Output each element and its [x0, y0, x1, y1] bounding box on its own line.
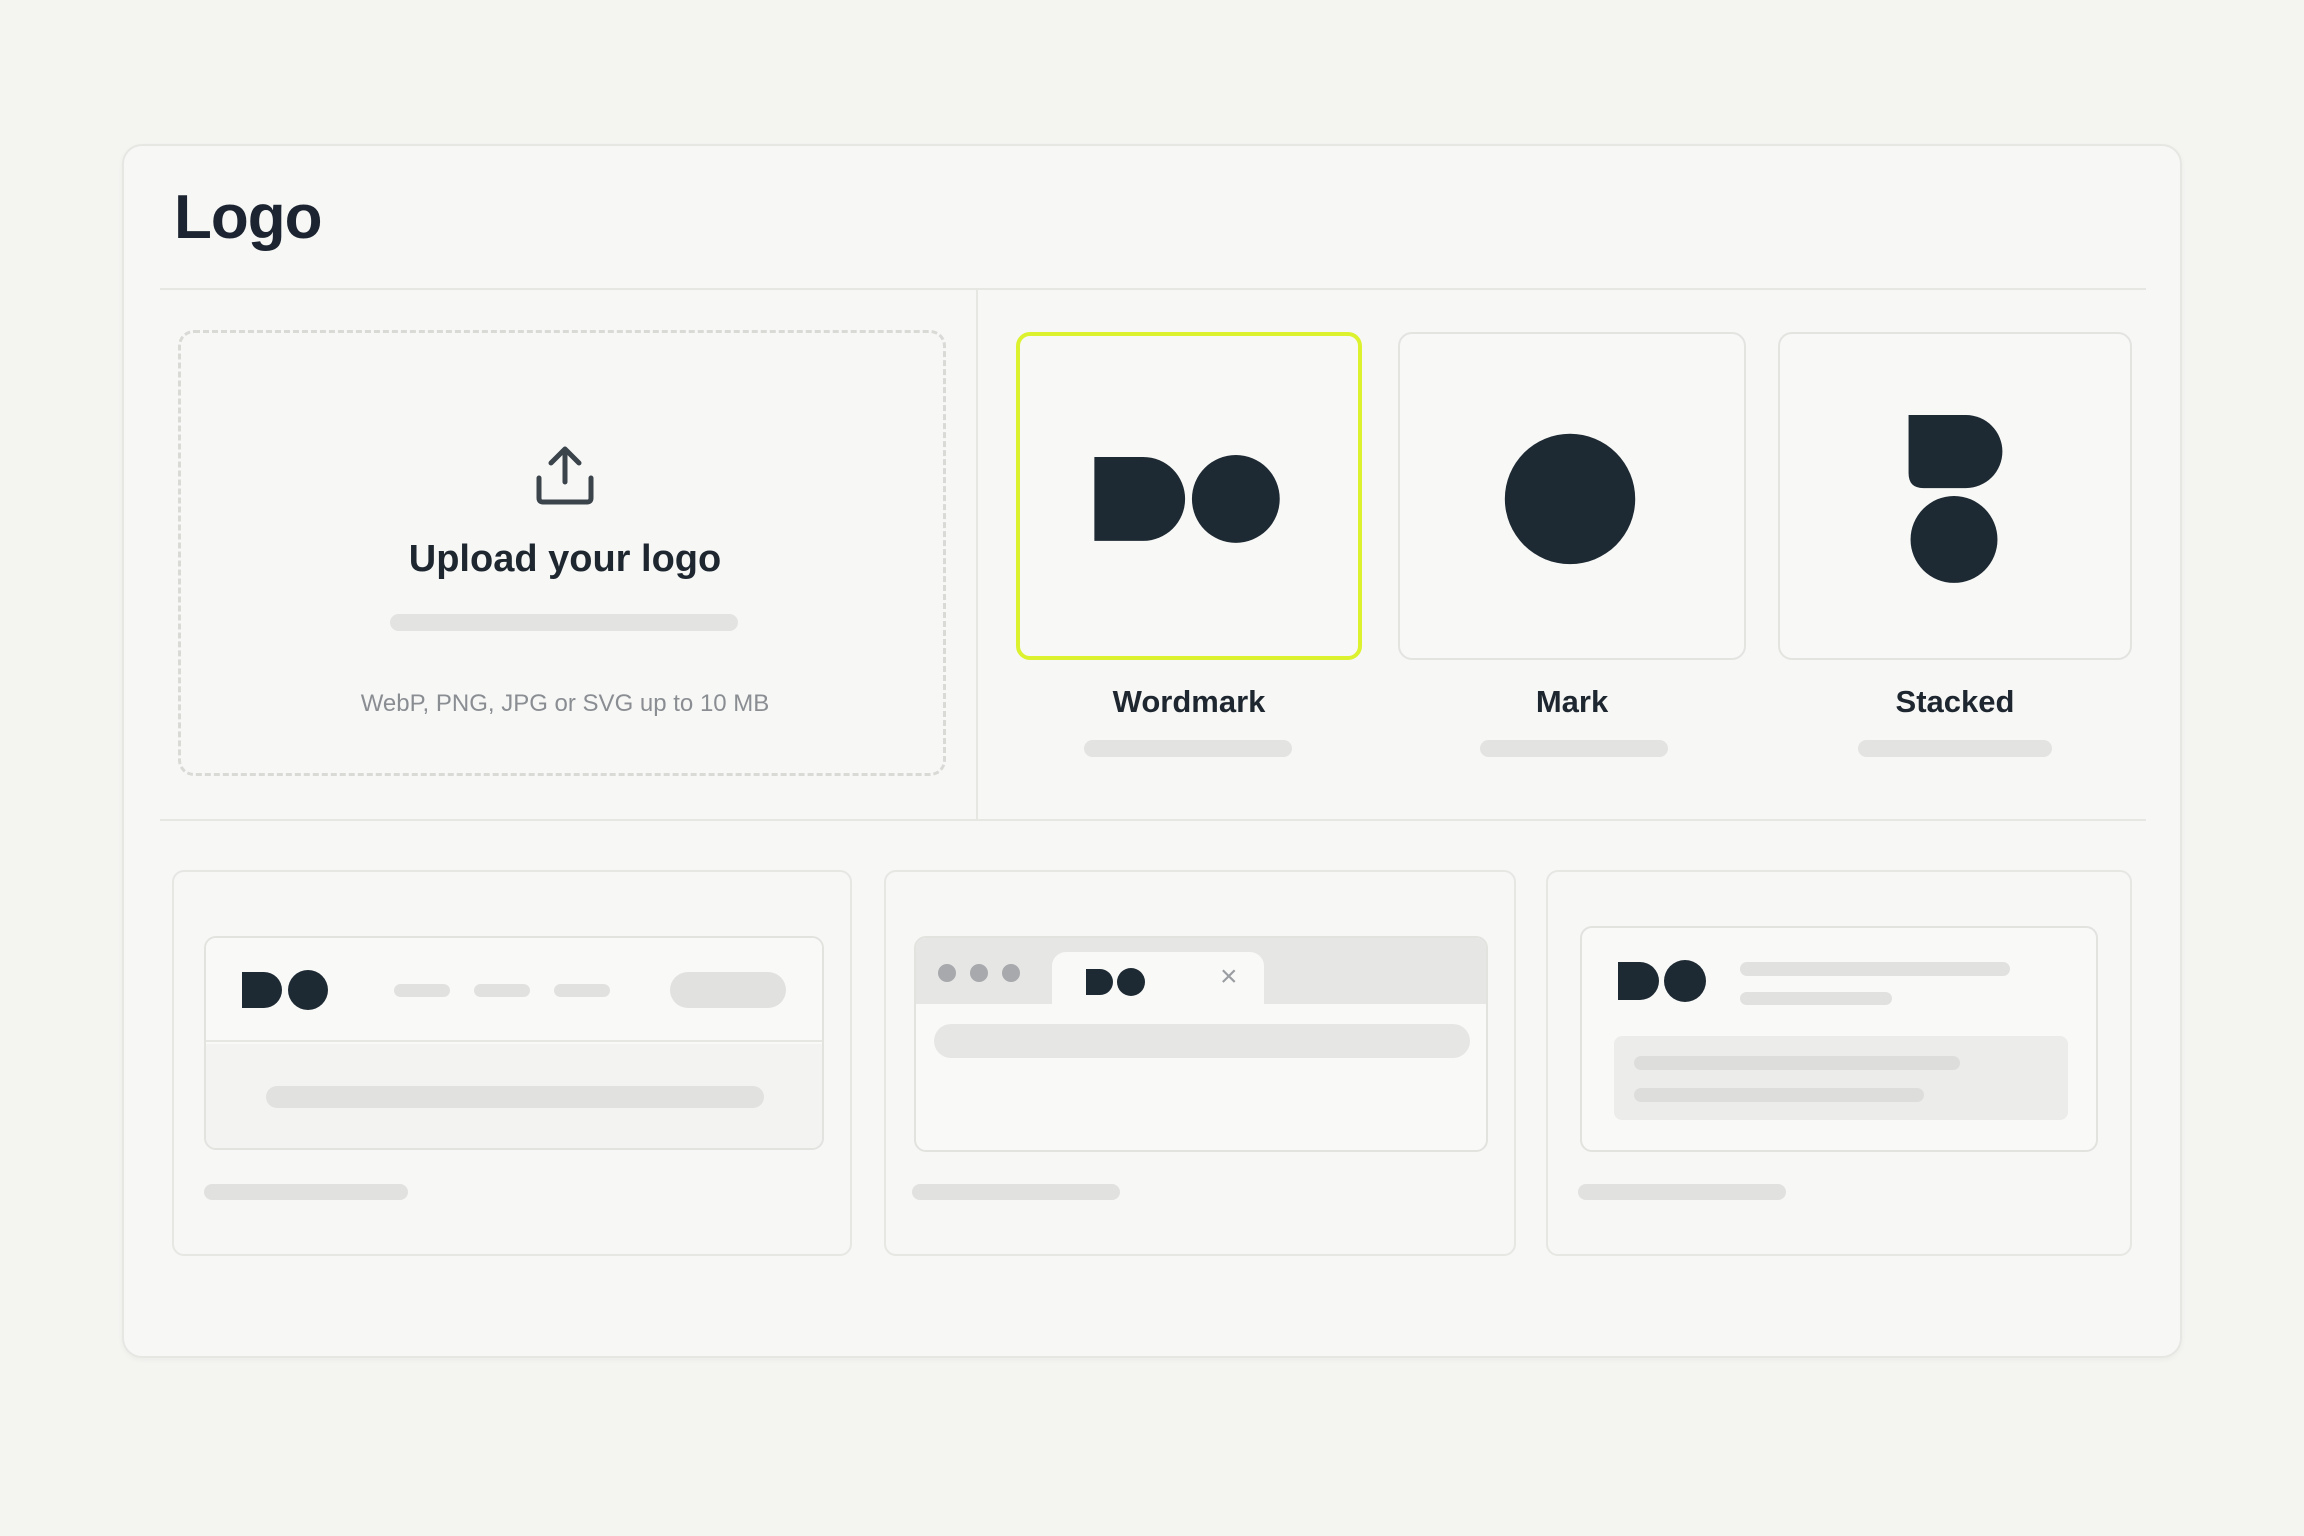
variant-caption-placeholder	[1858, 740, 2052, 757]
content-line-placeholder	[266, 1086, 764, 1108]
body-line-placeholder	[1634, 1056, 1960, 1070]
wordmark-logo-icon	[242, 970, 328, 1010]
sender-line-placeholder	[1740, 962, 2010, 976]
variant-card-mark[interactable]	[1398, 332, 1746, 660]
variant-caption-placeholder	[1084, 740, 1292, 757]
email-mock	[1580, 926, 2098, 1152]
variant-card-wordmark[interactable]	[1016, 332, 1362, 660]
website-header-mock	[204, 936, 824, 1150]
preview-caption-placeholder	[204, 1184, 408, 1200]
page-title: Logo	[174, 183, 322, 252]
variant-caption-placeholder	[1480, 740, 1668, 757]
variant-label-stacked: Stacked	[1895, 684, 2015, 719]
section-divider	[160, 819, 2146, 821]
nav-link-placeholder	[474, 984, 530, 997]
subject-line-placeholder	[1740, 992, 1892, 1005]
upload-icon	[536, 446, 594, 505]
address-bar-placeholder	[934, 1024, 1470, 1058]
upload-title: Upload your logo	[408, 538, 722, 580]
window-control-dot	[970, 964, 988, 982]
wordmark-logo-icon	[1618, 960, 1706, 1002]
variant-label-mark: Mark	[1535, 684, 1609, 719]
nav-link-placeholder	[394, 984, 450, 997]
wordmark-logo-icon	[1094, 455, 1280, 543]
email-body-block	[1614, 1036, 2068, 1120]
window-control-dot	[938, 964, 956, 982]
close-tab-icon[interactable]: ×	[1220, 962, 1238, 992]
column-divider	[976, 290, 978, 820]
body-line-placeholder	[1634, 1088, 1924, 1102]
browser-mock: ×	[914, 936, 1488, 1152]
stacked-logo-icon	[1908, 415, 2003, 583]
preview-caption-placeholder	[1578, 1184, 1786, 1200]
variant-card-stacked[interactable]	[1778, 332, 2132, 660]
window-control-dot	[1002, 964, 1020, 982]
mark-logo-icon	[1504, 433, 1636, 565]
preview-caption-placeholder	[912, 1184, 1120, 1200]
header-divider	[160, 288, 2146, 290]
nav-cta-placeholder	[670, 972, 786, 1008]
variant-label-wordmark: Wordmark	[1112, 684, 1266, 719]
upload-hint: WebP, PNG, JPG or SVG up to 10 MB	[360, 690, 770, 717]
wordmark-logo-icon	[1086, 968, 1145, 996]
upload-progress-placeholder	[390, 614, 738, 631]
nav-link-placeholder	[554, 984, 610, 997]
